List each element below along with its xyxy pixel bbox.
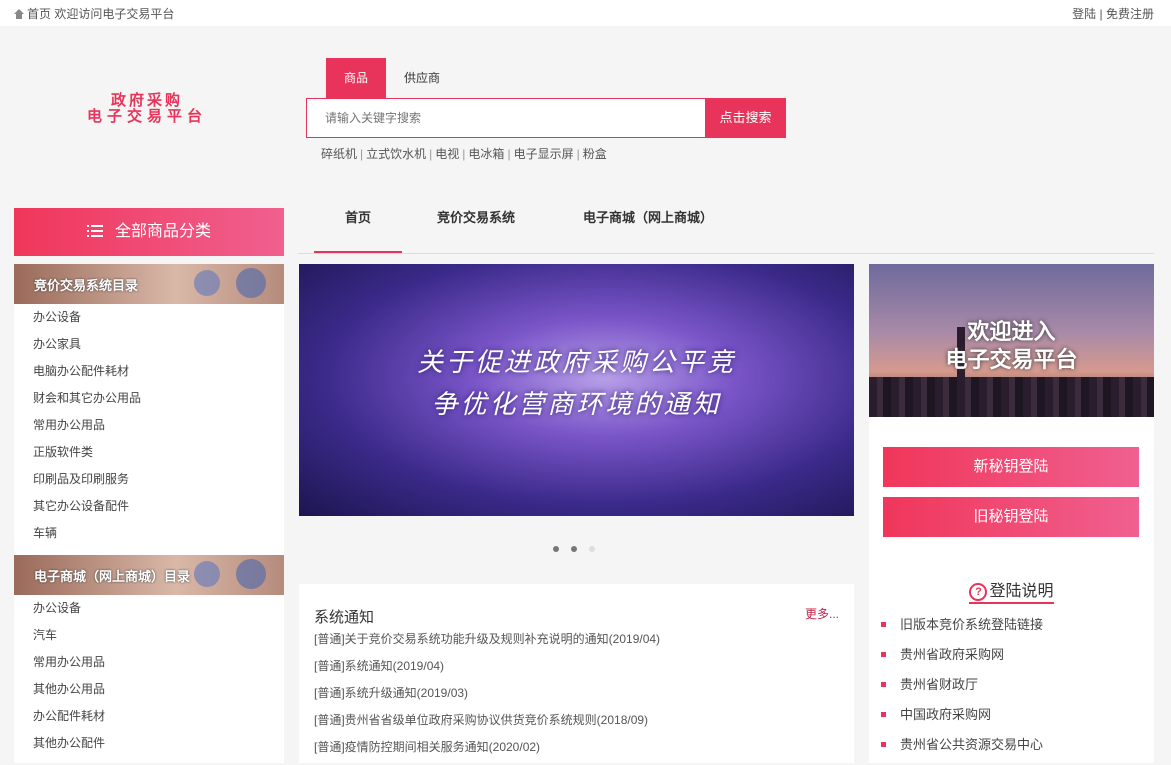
hotword[interactable]: 粉盒: [583, 147, 607, 161]
notice-item[interactable]: [普通]关于竞价交易系统功能升级及规则补充说明的通知(2019/04): [314, 630, 660, 657]
separator: |: [1099, 7, 1103, 21]
hotword[interactable]: 电子显示屏: [514, 147, 574, 161]
bullet-icon: [881, 742, 886, 747]
system-notice-panel: 系统通知 更多... [普通]关于竞价交易系统功能升级及规则补充说明的通知(20…: [299, 584, 854, 763]
search-button[interactable]: 点击搜索: [705, 98, 786, 138]
carousel-dot[interactable]: [571, 546, 577, 552]
sidebar-item[interactable]: 其他办公配件: [14, 730, 284, 757]
search-box: [306, 98, 706, 138]
nav-e-mall[interactable]: 电子商城（网上商城）: [568, 185, 728, 251]
sidebar-section-title: 电子商城（网上商城）目录: [34, 569, 191, 584]
all-categories-label: 全部商品分类: [114, 223, 211, 240]
bullet-icon: [881, 682, 886, 687]
hotword[interactable]: 碎纸机: [321, 147, 357, 161]
search-input[interactable]: [323, 99, 697, 137]
login-panel: 新秘钥登陆 旧秘钥登陆 ? 登陆说明 旧版本竞价系统登陆链接 贵州省政府采购网 贵…: [869, 417, 1154, 763]
bullet-icon: [881, 652, 886, 657]
welcome-text: 欢迎访问电子交易平台: [54, 7, 175, 21]
sidebar-item[interactable]: 办公配件耗材: [14, 703, 284, 730]
login-help-title[interactable]: ? 登陆说明: [869, 577, 1154, 604]
notice-title: 系统通知: [314, 609, 375, 626]
logo-line-2: 电子交易平台: [86, 107, 207, 125]
sidebar-item[interactable]: 财会和其它办公用品: [14, 385, 284, 412]
home-link[interactable]: 首页: [27, 7, 51, 21]
notice-item[interactable]: [普通]系统升级通知(2019/03): [314, 684, 660, 711]
carousel-dot[interactable]: [589, 546, 595, 552]
sidebar-item[interactable]: 印刷品及印刷服务: [14, 466, 284, 493]
external-link[interactable]: 贵州省政府采购网: [881, 645, 1043, 675]
nav-bidding-system[interactable]: 竞价交易系统: [418, 185, 534, 251]
hotword[interactable]: 立式饮水机: [366, 147, 426, 161]
sidebar-item[interactable]: 办公家具: [14, 331, 284, 358]
carousel-caption-line-2: 争优化营商环境的通知: [431, 390, 722, 420]
sidebar-item[interactable]: 办公设备: [14, 595, 284, 622]
nav-home[interactable]: 首页: [314, 185, 402, 253]
hotword[interactable]: 电视: [435, 147, 459, 161]
sidebar-list: 办公设备 办公家具 电脑办公配件耗材 财会和其它办公用品 常用办公用品 正版软件…: [14, 304, 284, 547]
top-bar: 首页 欢迎访问电子交易平台 登陆 | 免费注册: [0, 0, 1171, 26]
login-help-label: 登陆说明: [989, 583, 1054, 600]
notice-item[interactable]: [普通]贵州省省级单位政府采购协议供货竞价系统规则(2018/09): [314, 711, 660, 738]
new-key-login-button[interactable]: 新秘钥登陆: [883, 447, 1139, 487]
carousel-dots: [553, 541, 607, 555]
welcome-banner-line-2: 电子交易平台: [945, 347, 1078, 372]
notice-more-link[interactable]: 更多...: [805, 605, 839, 622]
menu-icon: [86, 225, 103, 237]
external-link-label: 中国政府采购网: [900, 707, 992, 722]
carousel-dot[interactable]: [553, 546, 559, 552]
hotword[interactable]: 电冰箱: [468, 147, 504, 161]
external-links: 旧版本竞价系统登陆链接 贵州省政府采购网 贵州省财政厅 中国政府采购网 贵州省公…: [881, 615, 1043, 765]
old-key-login-button[interactable]: 旧秘钥登陆: [883, 497, 1139, 537]
main-nav: 首页 竞价交易系统 电子商城（网上商城）: [298, 185, 1154, 254]
search-tab-supplier[interactable]: 供应商: [392, 58, 452, 98]
carousel-banner[interactable]: 关于促进政府采购公平竞 争优化营商环境的通知: [299, 264, 854, 516]
bullet-icon: [881, 712, 886, 717]
search-tab-goods[interactable]: 商品: [326, 58, 386, 98]
home-icon[interactable]: [14, 9, 24, 19]
welcome-banner: 欢迎进入 电子交易平台: [869, 264, 1154, 417]
sidebar-section-header[interactable]: 电子商城（网上商城）目录: [14, 555, 284, 595]
sidebar-list: 办公设备 汽车 常用办公用品 其他办公用品 办公配件耗材 其他办公配件: [14, 595, 284, 757]
sidebar-item[interactable]: 汽车: [14, 622, 284, 649]
external-link[interactable]: 贵州省公共资源交易中心: [881, 735, 1043, 765]
notice-item[interactable]: [普通]系统通知(2019/04): [314, 657, 660, 684]
hot-keywords: 碎纸机 | 立式饮水机 | 电视 | 电冰箱 | 电子显示屏 | 粉盒: [321, 147, 607, 161]
external-link[interactable]: 贵州省财政厅: [881, 675, 1043, 705]
sidebar-item[interactable]: 其它办公设备配件: [14, 493, 284, 520]
question-icon: ?: [969, 583, 988, 601]
carousel-caption-line-1: 关于促进政府采购公平竞: [416, 348, 736, 378]
sidebar-item[interactable]: 办公设备: [14, 304, 284, 331]
sidebar-item[interactable]: 电脑办公配件耗材: [14, 358, 284, 385]
logo-line-1: 政府采购: [110, 91, 183, 109]
top-bar-left: 首页 欢迎访问电子交易平台: [14, 5, 174, 22]
notice-list: [普通]关于竞价交易系统功能升级及规则补充说明的通知(2019/04) [普通]…: [314, 630, 660, 765]
bullet-icon: [881, 622, 886, 627]
external-link-label: 贵州省公共资源交易中心: [900, 737, 1044, 752]
external-link-label: 贵州省政府采购网: [900, 647, 1005, 662]
site-logo[interactable]: 政府采购 电子交易平台: [57, 92, 237, 124]
sidebar-item[interactable]: 车辆: [14, 520, 284, 547]
sidebar-section-title: 竞价交易系统目录: [34, 278, 139, 293]
external-link-label: 贵州省财政厅: [900, 677, 979, 692]
sidebar-item[interactable]: 正版软件类: [14, 439, 284, 466]
category-sidebar: 竞价交易系统目录 办公设备 办公家具 电脑办公配件耗材 财会和其它办公用品 常用…: [14, 264, 284, 763]
external-link[interactable]: 中国政府采购网: [881, 705, 1043, 735]
top-bar-right: 登陆 | 免费注册: [1072, 5, 1154, 22]
external-link-label: 旧版本竞价系统登陆链接: [900, 617, 1044, 632]
sidebar-section-header[interactable]: 竞价交易系统目录: [14, 264, 284, 304]
sidebar-item[interactable]: 常用办公用品: [14, 649, 284, 676]
sidebar-item[interactable]: 其他办公用品: [14, 676, 284, 703]
sidebar-item[interactable]: 常用办公用品: [14, 412, 284, 439]
external-link[interactable]: 旧版本竞价系统登陆链接: [881, 615, 1043, 645]
all-categories-button[interactable]: 全部商品分类: [14, 208, 284, 256]
register-link[interactable]: 免费注册: [1106, 7, 1154, 21]
notice-item[interactable]: [普通]疫情防控期间相关服务通知(2020/02): [314, 738, 660, 765]
login-link[interactable]: 登陆: [1072, 7, 1096, 21]
